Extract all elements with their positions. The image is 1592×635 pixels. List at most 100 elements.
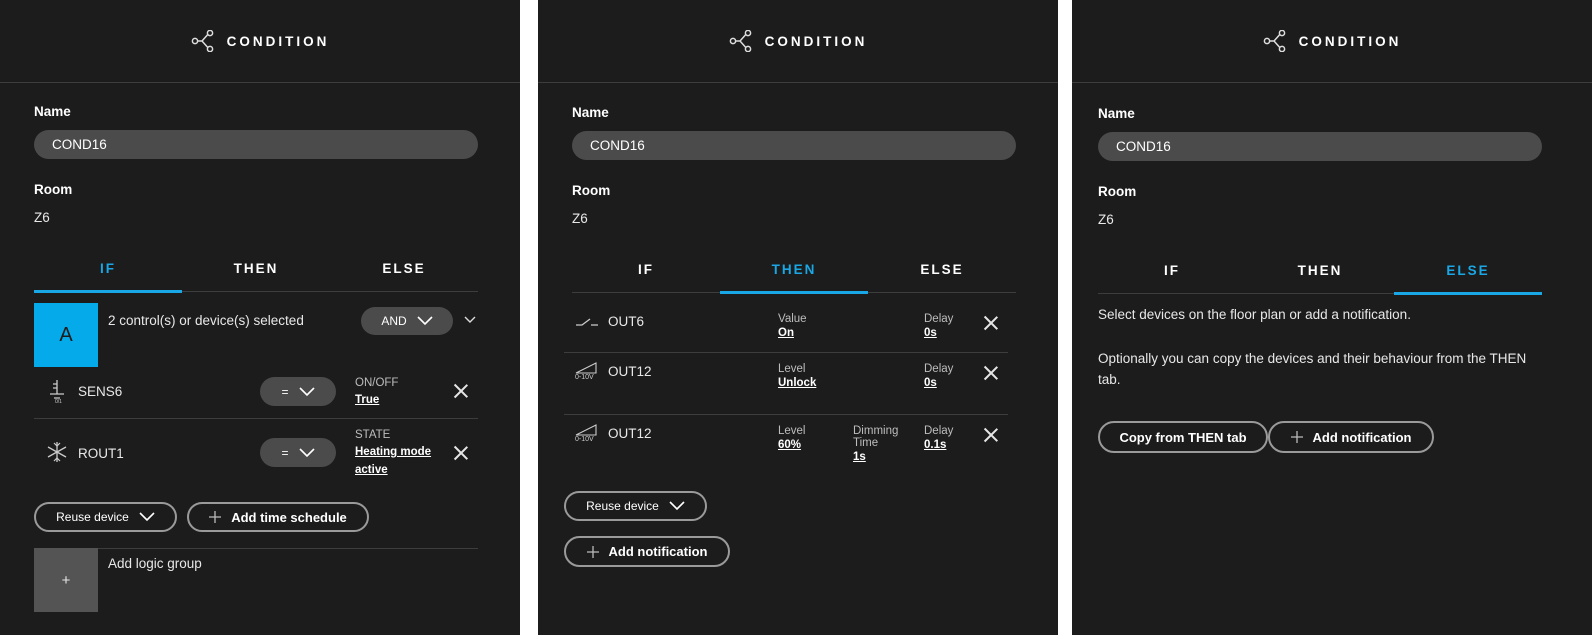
chevron-down-icon [417, 316, 433, 326]
tab-bar: IF THEN ELSE [572, 254, 1016, 294]
value-link-line1[interactable]: Heating mode [355, 444, 431, 461]
room-label: Room [1098, 184, 1137, 199]
remove-row-icon[interactable] [454, 446, 468, 460]
comparison-select[interactable]: = [260, 438, 336, 467]
add-logic-group-button[interactable]: + [34, 548, 98, 612]
name-input[interactable]: COND16 [34, 130, 478, 159]
dimmer-icon-label: 0-10V [575, 374, 594, 381]
add-notification-label: Add notification [1312, 429, 1412, 445]
tab-then[interactable]: THEN [720, 254, 868, 294]
comparison-select[interactable]: = [260, 377, 336, 406]
tab-else[interactable]: ELSE [330, 253, 478, 291]
add-time-schedule-label: Add time schedule [231, 509, 347, 525]
name-label: Name [572, 105, 609, 120]
room-label: Room [34, 182, 73, 197]
panel-title: CONDITION [226, 33, 330, 49]
dimmer-icon-label: 0-10V [575, 436, 594, 443]
comparison-value: = [281, 384, 289, 399]
row-divider [564, 352, 1008, 353]
panel-title: CONDITION [1298, 33, 1402, 49]
device-name: ROUT1 [78, 446, 124, 461]
dimming-time-link[interactable]: 1s [853, 449, 866, 466]
panel-title: CONDITION [764, 33, 868, 49]
tab-if[interactable]: IF [1098, 255, 1246, 293]
tab-then[interactable]: THEN [1246, 255, 1394, 293]
sensor-icon: 0/1 [50, 380, 64, 404]
panel-header: CONDITION [1072, 0, 1592, 83]
delay-link[interactable]: 0s [924, 325, 937, 342]
switch-icon [576, 318, 598, 326]
tab-else[interactable]: ELSE [1394, 255, 1542, 295]
branch-icon [191, 30, 215, 52]
tab-then[interactable]: THEN [182, 253, 330, 291]
logic-operator-select[interactable]: AND [361, 307, 453, 335]
chevron-down-icon [298, 447, 315, 457]
plus-icon [1290, 431, 1303, 443]
reuse-device-label: Reuse device [586, 499, 659, 513]
value-link-line2[interactable]: active [355, 462, 388, 479]
copy-from-then-button[interactable]: Copy from THEN tab [1098, 421, 1268, 453]
delay-link[interactable]: 0s [924, 375, 937, 392]
condition-panel-if: CONDITION Name COND16 Room Z6 IF THEN EL… [0, 0, 520, 635]
remove-row-icon[interactable] [984, 366, 998, 380]
logic-group-badge[interactable]: A [34, 303, 98, 367]
panel-header: CONDITION [538, 0, 1058, 83]
comparison-value: = [281, 445, 289, 460]
row-divider [34, 418, 478, 419]
remove-row-icon[interactable] [454, 384, 468, 398]
delay-link[interactable]: 0.1s [924, 437, 946, 454]
tab-bar: IF THEN ELSE [1098, 255, 1542, 295]
name-label: Name [1098, 106, 1135, 121]
device-name: SENS6 [78, 384, 123, 399]
condition-panel-else: CONDITION Name COND16 Room Z6 IF THEN EL… [1072, 0, 1592, 635]
row-divider [564, 414, 1008, 415]
collapse-chevron-icon[interactable] [464, 316, 476, 324]
reuse-device-label: Reuse device [56, 510, 129, 524]
room-value: Z6 [572, 211, 588, 226]
add-notification-button[interactable]: Add notification [564, 536, 730, 567]
group-summary: 2 control(s) or device(s) selected [108, 313, 304, 328]
level-link[interactable]: 60% [778, 437, 801, 454]
reuse-device-button[interactable]: Reuse device [34, 502, 177, 532]
add-notification-label: Add notification [608, 544, 708, 559]
plus-icon [586, 545, 599, 558]
branch-icon [729, 30, 753, 52]
tab-bar: IF THEN ELSE [34, 253, 478, 293]
add-notification-button[interactable]: Add notification [1268, 421, 1434, 453]
name-input[interactable]: COND16 [572, 131, 1016, 160]
panel-header: CONDITION [0, 0, 520, 83]
value-caption: STATE [355, 429, 391, 441]
else-copy-hint-text: Optionally you can copy the devices and … [1098, 351, 1527, 387]
copy-from-then-label: Copy from THEN tab [1119, 429, 1247, 445]
add-logic-group-label[interactable]: Add logic group [108, 556, 202, 571]
dimmer-icon [575, 362, 597, 374]
value-caption: ON/OFF [355, 377, 399, 389]
chevron-down-icon [298, 386, 315, 396]
plus-icon [209, 511, 222, 523]
device-name: OUT12 [608, 426, 652, 441]
logic-operator-value: AND [381, 314, 407, 328]
branch-icon [1263, 30, 1287, 52]
device-name: OUT12 [608, 364, 652, 379]
add-time-schedule-button[interactable]: Add time schedule [187, 502, 369, 532]
room-value: Z6 [34, 210, 50, 225]
tab-else[interactable]: ELSE [868, 254, 1016, 292]
room-label: Room [572, 183, 611, 198]
remove-row-icon[interactable] [984, 316, 998, 330]
condition-panel-then: CONDITION Name COND16 Room Z6 IF THEN EL… [538, 0, 1058, 635]
chevron-down-icon [669, 501, 685, 511]
remove-row-icon[interactable] [984, 428, 998, 442]
value-link[interactable]: On [778, 325, 794, 342]
value-link[interactable]: True [355, 392, 379, 409]
reuse-device-button[interactable]: Reuse device [564, 491, 707, 521]
chevron-down-icon [139, 512, 155, 522]
level-link[interactable]: Unlock [778, 375, 816, 392]
device-name: OUT6 [608, 314, 645, 329]
row-divider [34, 548, 478, 549]
tab-if[interactable]: IF [572, 254, 720, 292]
name-input[interactable]: COND16 [1098, 132, 1542, 161]
tab-if[interactable]: IF [34, 253, 182, 293]
svg-text:0/1: 0/1 [55, 399, 62, 404]
else-hint-text: Select devices on the floor plan or add … [1098, 307, 1411, 322]
room-value: Z6 [1098, 212, 1114, 227]
